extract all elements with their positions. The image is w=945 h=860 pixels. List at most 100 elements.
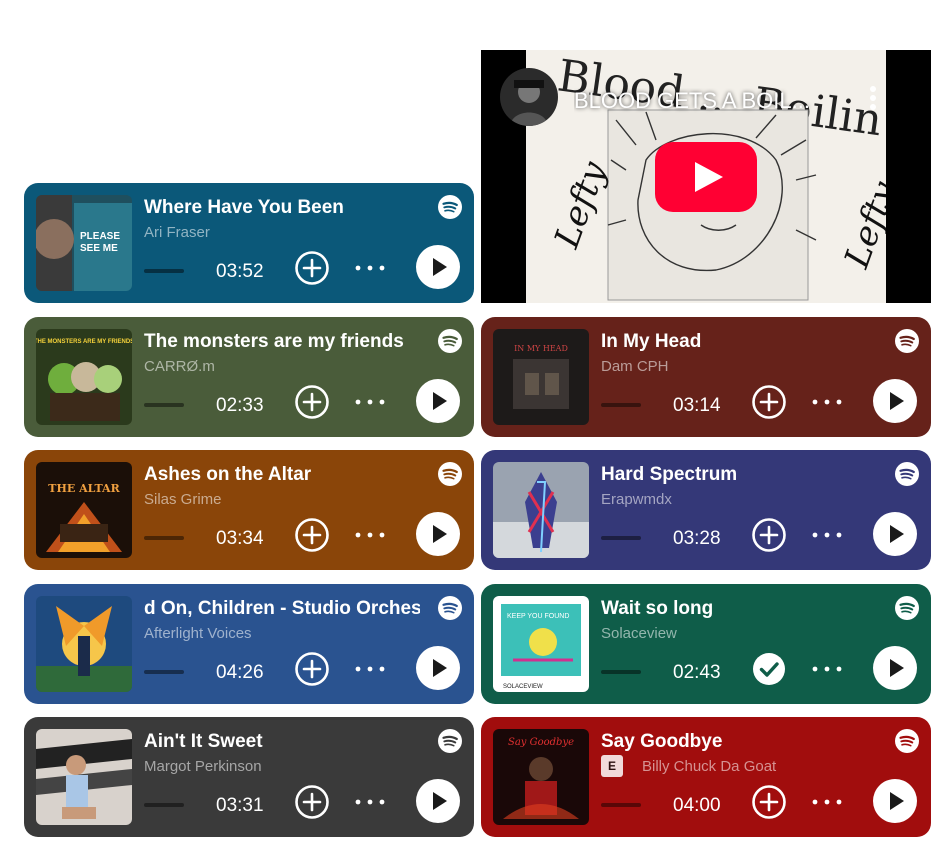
track-artist[interactable]: Billy Chuck Da Goat	[642, 757, 776, 777]
album-art[interactable]: KEEP YOU FOUND SOLACEVIEW	[493, 596, 589, 692]
more-options-icon[interactable]	[811, 662, 843, 676]
video-title[interactable]: BLOOD GETS A BOIL...	[574, 88, 846, 114]
more-options-icon[interactable]	[354, 528, 386, 542]
video-menu-icon[interactable]	[867, 84, 879, 112]
track-title[interactable]: Ashes on the Altar	[144, 462, 420, 488]
track-title[interactable]: Ain't It Sweet	[144, 729, 420, 755]
album-art[interactable]: THE ALTAR	[36, 462, 132, 558]
more-options-icon[interactable]	[354, 795, 386, 809]
track-duration: 02:33	[216, 395, 264, 416]
album-art[interactable]: Say Goodbye	[493, 729, 589, 825]
progress-bar[interactable]	[144, 536, 184, 540]
play-button[interactable]	[416, 512, 460, 556]
more-options-icon[interactable]	[354, 261, 386, 275]
youtube-play-button[interactable]	[655, 142, 757, 212]
track-title[interactable]: Say Goodbye	[601, 729, 877, 755]
track-card: Hard Spectrum Erapwmdx 03:28	[481, 450, 931, 570]
track-card: Ain't It Sweet Margot Perkinson 03:31	[24, 717, 474, 837]
spotify-logo-icon[interactable]	[438, 195, 462, 219]
explicit-badge: E	[601, 755, 623, 777]
track-artist[interactable]: Margot Perkinson	[144, 757, 262, 777]
add-icon[interactable]	[294, 517, 330, 553]
track-duration: 04:00	[673, 795, 721, 816]
add-icon[interactable]	[751, 384, 787, 420]
svg-text:THE MONSTERS ARE MY FRIENDS: THE MONSTERS ARE MY FRIENDS	[36, 339, 132, 345]
more-options-icon[interactable]	[811, 528, 843, 542]
track-title[interactable]: d On, Children - Studio Orches	[144, 596, 420, 622]
album-art[interactable]	[493, 462, 589, 558]
play-button[interactable]	[416, 646, 460, 690]
track-duration: 03:14	[673, 395, 721, 416]
play-icon	[890, 659, 904, 677]
album-art[interactable]: THE MONSTERS ARE MY FRIENDS	[36, 329, 132, 425]
spotify-logo-icon[interactable]	[895, 596, 919, 620]
play-icon	[433, 392, 447, 410]
progress-bar[interactable]	[144, 803, 184, 807]
progress-bar[interactable]	[144, 670, 184, 674]
svg-text:SEE ME: SEE ME	[80, 243, 118, 254]
track-card: PLEASE SEE ME Where Have You Been Ari Fr…	[24, 183, 474, 303]
track-artist[interactable]: Solaceview	[601, 624, 677, 644]
add-icon[interactable]	[294, 651, 330, 687]
track-card: d On, Children - Studio Orches Afterligh…	[24, 584, 474, 704]
more-options-icon[interactable]	[354, 395, 386, 409]
svg-text:THE ALTAR: THE ALTAR	[48, 482, 120, 495]
play-button[interactable]	[416, 379, 460, 423]
play-icon	[433, 258, 447, 276]
play-icon	[890, 792, 904, 810]
album-art[interactable]: IN MY HEAD	[493, 329, 589, 425]
play-button[interactable]	[873, 646, 917, 690]
track-title[interactable]: In My Head	[601, 329, 877, 355]
album-art[interactable]	[36, 729, 132, 825]
spotify-logo-icon[interactable]	[438, 462, 462, 486]
track-artist[interactable]: Silas Grime	[144, 490, 222, 510]
progress-bar[interactable]	[601, 403, 641, 407]
play-button[interactable]	[873, 512, 917, 556]
spotify-logo-icon[interactable]	[895, 462, 919, 486]
track-duration: 03:31	[216, 795, 264, 816]
spotify-logo-icon[interactable]	[438, 596, 462, 620]
track-title[interactable]: Hard Spectrum	[601, 462, 877, 488]
add-icon[interactable]	[294, 250, 330, 286]
spotify-logo-icon[interactable]	[438, 729, 462, 753]
track-duration: 03:34	[216, 528, 264, 549]
track-card: IN MY HEAD In My Head Dam CPH 03:14	[481, 317, 931, 437]
track-title[interactable]: Wait so long	[601, 596, 877, 622]
progress-bar[interactable]	[601, 670, 641, 674]
youtube-video-embed[interactable]: Blood ... Boilin Lefty Lefty BLOOD GETS …	[481, 50, 931, 303]
play-button[interactable]	[416, 245, 460, 289]
more-options-icon[interactable]	[811, 395, 843, 409]
channel-avatar[interactable]	[500, 68, 558, 126]
add-icon[interactable]	[294, 784, 330, 820]
track-artist[interactable]: Afterlight Voices	[144, 624, 252, 644]
play-icon	[433, 659, 447, 677]
play-icon	[890, 392, 904, 410]
track-title[interactable]: Where Have You Been	[144, 195, 420, 221]
track-artist[interactable]: Erapwmdx	[601, 490, 672, 510]
progress-bar[interactable]	[144, 403, 184, 407]
progress-bar[interactable]	[601, 536, 641, 540]
track-artist[interactable]: CARRØ.m	[144, 357, 215, 377]
play-button[interactable]	[873, 379, 917, 423]
added-check-icon[interactable]	[751, 651, 787, 687]
progress-bar[interactable]	[144, 269, 184, 273]
spotify-logo-icon[interactable]	[895, 329, 919, 353]
play-button[interactable]	[416, 779, 460, 823]
spotify-logo-icon[interactable]	[895, 729, 919, 753]
spotify-logo-icon[interactable]	[438, 329, 462, 353]
add-icon[interactable]	[751, 517, 787, 553]
play-icon	[433, 525, 447, 543]
track-title[interactable]: The monsters are my friends	[144, 329, 420, 355]
track-artist[interactable]: Dam CPH	[601, 357, 669, 377]
track-card: Say Goodbye Say Goodbye E Billy Chuck Da…	[481, 717, 931, 837]
album-art[interactable]: PLEASE SEE ME	[36, 195, 132, 291]
add-icon[interactable]	[751, 784, 787, 820]
more-options-icon[interactable]	[811, 795, 843, 809]
more-options-icon[interactable]	[354, 662, 386, 676]
album-art[interactable]	[36, 596, 132, 692]
track-duration: 03:52	[216, 261, 264, 282]
add-icon[interactable]	[294, 384, 330, 420]
progress-bar[interactable]	[601, 803, 641, 807]
track-artist[interactable]: Ari Fraser	[144, 223, 210, 243]
play-button[interactable]	[873, 779, 917, 823]
